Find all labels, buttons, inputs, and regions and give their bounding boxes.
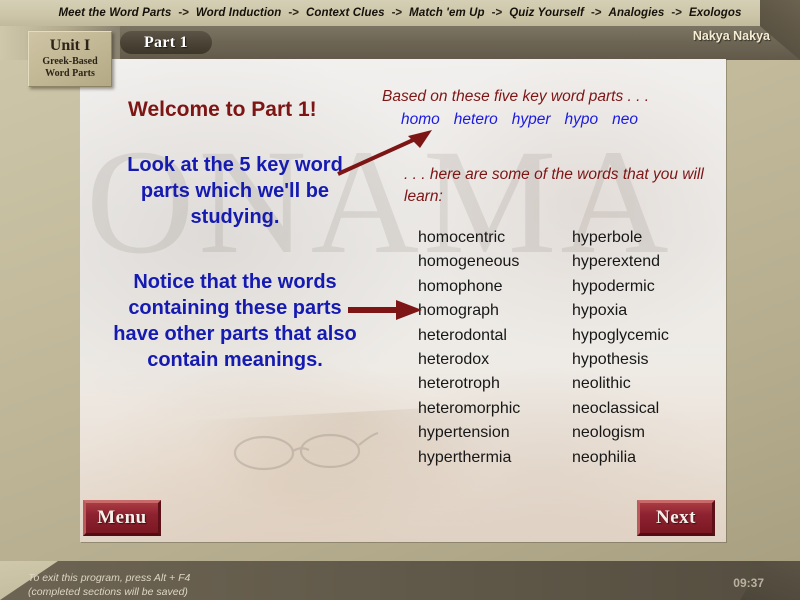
word-list-column-1: homocentric homogeneous homophone homogr… xyxy=(418,226,572,470)
menu-button-label: Menu xyxy=(97,507,147,528)
part-badge: Part 1 xyxy=(120,31,212,54)
nav-item-meet-the-word-parts[interactable]: Meet the Word Parts xyxy=(58,7,171,19)
list-item: neolithic xyxy=(572,375,631,393)
list-item: neoclassical xyxy=(572,399,660,417)
nav-item-context-clues[interactable]: Context Clues xyxy=(306,7,385,19)
top-navigation-bar: Meet the Word Parts -> Word Induction ->… xyxy=(0,0,800,26)
list-item: hyperthermia xyxy=(418,448,512,466)
key-word-parts-list: homo hetero hyper hypo neo xyxy=(401,111,638,129)
unit-subtitle: Greek-Based Word Parts xyxy=(42,56,97,80)
nav-item-match-em-up[interactable]: Match 'em Up xyxy=(409,7,485,19)
application-window: Meet the Word Parts -> Word Induction ->… xyxy=(0,0,800,600)
key-part-hetero: hetero xyxy=(453,111,498,128)
list-item: hypoxia xyxy=(572,302,628,320)
unit-subtitle-line1: Greek-Based xyxy=(42,55,98,67)
list-item: hyperbole xyxy=(572,229,643,246)
exit-instructions-line2: (completed sections will be saved) xyxy=(28,586,188,599)
unit-title-box: Unit I Greek-Based Word Parts xyxy=(28,31,112,87)
nav-item-quiz-yourself[interactable]: Quiz Yourself xyxy=(509,7,584,19)
navigation-items: Meet the Word Parts -> Word Induction ->… xyxy=(58,7,741,19)
exit-instructions-line1: To exit this program, press Alt + F4 xyxy=(28,572,191,584)
list-item: hypodermic xyxy=(572,277,655,295)
list-item: hypothesis xyxy=(572,350,649,368)
list-item: homogeneous xyxy=(418,253,520,271)
nav-separator: -> xyxy=(178,7,189,19)
list-item: hyperextend xyxy=(572,253,661,271)
nav-item-exologos[interactable]: Exologos xyxy=(689,7,742,19)
key-part-homo: homo xyxy=(401,111,440,128)
list-item: heteromorphic xyxy=(418,399,521,417)
nav-item-analogies[interactable]: Analogies xyxy=(609,7,665,19)
list-item: heterodontal xyxy=(418,326,507,344)
nav-separator: -> xyxy=(288,7,299,19)
key-part-hypo: hypo xyxy=(564,111,599,128)
background-eyeglasses-image xyxy=(233,431,379,471)
key-parts-heading: Based on these five key word parts . . . xyxy=(382,88,650,105)
list-item: homocentric xyxy=(418,229,506,246)
part-label: Part 1 xyxy=(143,33,188,51)
instruction-text-1: Look at the 5 key word parts which we'll… xyxy=(127,154,343,228)
list-item: homophone xyxy=(418,277,503,295)
nav-item-word-induction[interactable]: Word Induction xyxy=(196,7,282,19)
list-item: neologism xyxy=(572,424,645,442)
list-item: hypoglycemic xyxy=(572,326,669,344)
unit-subtitle-line2: Word Parts xyxy=(45,67,95,79)
word-list-column-2: hyperbole hyperextend hypodermic hypoxia… xyxy=(572,226,726,470)
list-item: heterodox xyxy=(418,350,490,368)
welcome-heading: Welcome to Part 1! xyxy=(128,98,317,121)
words-list-heading: . . . here are some of the words that yo… xyxy=(404,166,704,205)
list-item: hypertension xyxy=(418,424,510,442)
instruction-text-2: Notice that the words containing these p… xyxy=(113,271,357,371)
next-button[interactable]: Next xyxy=(637,500,715,536)
key-part-hyper: hyper xyxy=(511,111,551,128)
list-item: homograph xyxy=(418,302,499,320)
nav-separator: -> xyxy=(591,7,602,19)
key-part-neo: neo xyxy=(612,111,639,128)
next-button-label: Next xyxy=(656,507,696,528)
word-lists: homocentric homogeneous homophone homogr… xyxy=(418,226,726,470)
unit-title: Unit I xyxy=(49,36,91,54)
clock-display: 09:37 xyxy=(733,576,764,590)
list-item: heterotroph xyxy=(418,375,500,393)
username-label: Nakya Nakya xyxy=(692,29,770,43)
nav-separator: -> xyxy=(671,7,682,19)
menu-button[interactable]: Menu xyxy=(83,500,161,536)
nav-separator: -> xyxy=(491,7,503,19)
list-item: neophilia xyxy=(572,448,637,466)
nav-separator: -> xyxy=(391,7,403,19)
exit-instructions: To exit this program, press Alt + F4 (co… xyxy=(28,571,190,599)
